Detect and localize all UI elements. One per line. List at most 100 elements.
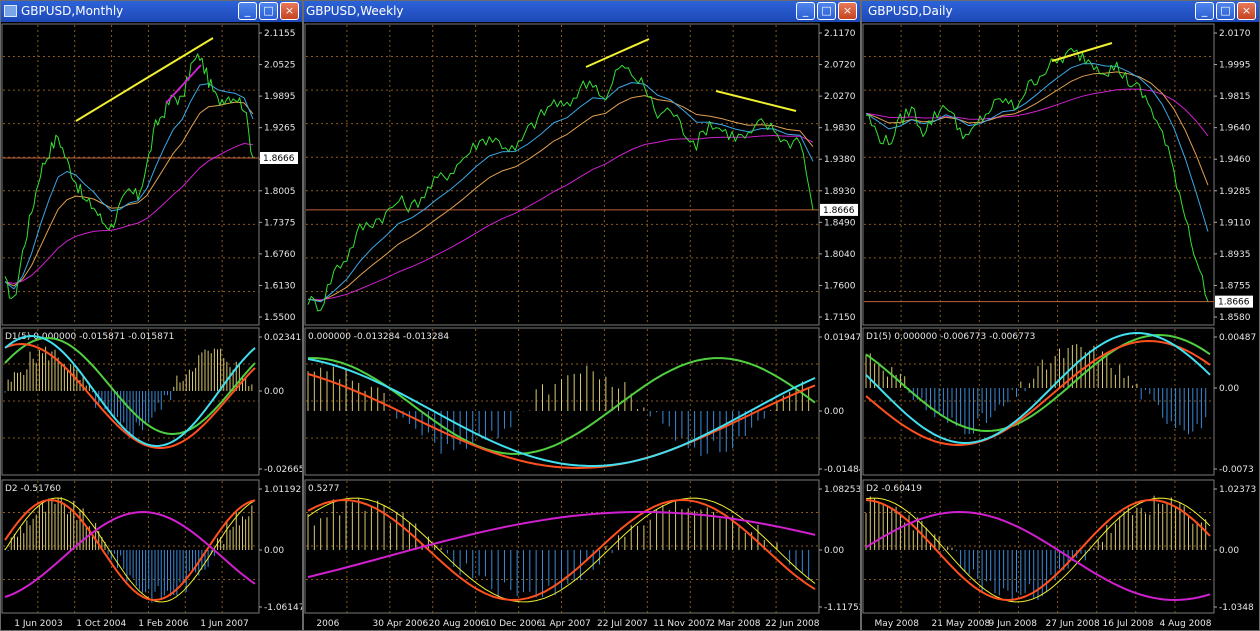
- date-axis-label: 4 Aug 2008: [1160, 619, 1212, 629]
- indicator-axis-label: 1.08253: [824, 485, 860, 495]
- indicator-axis-label: -1.11752: [824, 603, 860, 613]
- price-axis-label: 2.0525: [264, 61, 296, 71]
- indicator-axis-label: 0.00: [264, 387, 284, 397]
- window-titlebar[interactable]: GBPUSD,Daily _ □ ×: [862, 1, 1259, 22]
- maximize-button[interactable]: □: [259, 2, 278, 20]
- indicator-axis-label: 0.02341: [264, 333, 301, 343]
- date-axis-label: 20 Aug 2006: [429, 619, 487, 629]
- indicator-axis-label: -0.0073: [1219, 465, 1254, 475]
- indicator-axis-label: -1.0348: [1219, 603, 1254, 613]
- indicator-axis-label: 0.00: [264, 546, 284, 556]
- close-button[interactable]: ×: [280, 2, 299, 20]
- date-axis-label: 16 Jul 2008: [1103, 619, 1154, 629]
- window-titlebar[interactable]: GBPUSD,Weekly _ □ ×: [304, 1, 860, 22]
- date-axis-label: 22 Jul 2007: [597, 619, 648, 629]
- indicator-axis-label: 0.00: [1219, 546, 1239, 556]
- price-axis-label: 1.9110: [1219, 218, 1251, 228]
- indicator-axis-label: 0.01947: [824, 333, 860, 343]
- indicator-axis-label: 0.00487: [1219, 333, 1256, 343]
- date-axis-label: 1 Jun 2007: [200, 619, 248, 629]
- chart-window-icon: [4, 5, 17, 17]
- price-axis-label: 1.9815: [1219, 92, 1251, 102]
- date-axis-label: 1 Feb 2006: [138, 619, 189, 629]
- chart-background: [1, 23, 302, 630]
- window-title: GBPUSD,Weekly: [306, 4, 404, 18]
- close-button[interactable]: ×: [838, 2, 857, 20]
- chart-background: [304, 23, 860, 630]
- current-price-label: 1.8666: [823, 206, 855, 216]
- chart-window-weekly[interactable]: GBPUSD,Weekly _ □ × 2.1170 2.0720 2.0270 1.…: [303, 0, 861, 631]
- price-axis-label: 1.9640: [1219, 124, 1251, 134]
- price-axis-label: 1.9265: [264, 124, 296, 134]
- price-axis-label: 1.8755: [1219, 281, 1251, 291]
- chart-area[interactable]: 2.1170 2.0720 2.0270 1.9830 1.9380 1.8930 1.84…: [304, 23, 860, 630]
- window-title: GBPUSD,Daily: [868, 4, 953, 18]
- date-axis-label: 9 Jun 2008: [989, 619, 1038, 629]
- date-axis-label: May 2008: [875, 619, 920, 629]
- price-axis-label: 1.6130: [264, 281, 296, 291]
- price-axis-label: 1.8040: [824, 250, 856, 260]
- price-axis-label: 1.7600: [824, 281, 856, 291]
- current-price-label: 1.8666: [1218, 298, 1250, 308]
- date-axis-label: 1 Apr 2007: [541, 619, 591, 629]
- date-axis-label: 10 Dec 2006: [485, 619, 543, 629]
- price-axis-label: 1.9285: [1219, 187, 1251, 197]
- chart-window-monthly[interactable]: GBPUSD,Monthly _ □ × 2.1155 2.0525 1.9895 1…: [0, 0, 303, 631]
- indicator-axis-label: -0.02665: [264, 465, 302, 475]
- indicator-axis-label: 0.00: [824, 407, 844, 417]
- price-axis-label: 1.9830: [824, 124, 856, 134]
- indicator-axis-label: -0.01484: [824, 465, 860, 475]
- price-axis-label: 2.1155: [264, 29, 296, 39]
- window-titlebar[interactable]: GBPUSD,Monthly _ □ ×: [1, 1, 302, 22]
- price-axis-label: 1.8930: [824, 187, 856, 197]
- price-axis-label: 2.0720: [824, 61, 856, 71]
- price-axis-label: 1.8490: [824, 218, 856, 228]
- date-axis-label: 27 Jun 2008: [1046, 619, 1100, 629]
- price-axis-label: 1.8580: [1219, 313, 1251, 323]
- date-axis-label: 1 Oct 2004: [76, 619, 126, 629]
- maximize-button[interactable]: □: [1216, 2, 1235, 20]
- date-axis-label: 21 May 2008: [932, 619, 991, 629]
- date-axis-label: 30 Apr 2006: [373, 619, 429, 629]
- minimize-button[interactable]: _: [796, 2, 815, 20]
- price-axis-label: 1.9895: [264, 92, 296, 102]
- indicator-axis-label: 0.00: [824, 546, 844, 556]
- indicator-label-d2: D2 -0.60419: [866, 484, 922, 494]
- price-axis-label: 2.0270: [824, 92, 856, 102]
- price-axis-label: 1.7375: [264, 218, 296, 228]
- minimize-button[interactable]: _: [238, 2, 257, 20]
- current-price-label: 1.8666: [263, 154, 295, 164]
- maximize-button[interactable]: □: [817, 2, 836, 20]
- window-title: GBPUSD,Monthly: [21, 4, 124, 18]
- price-axis-label: 1.8935: [1219, 250, 1251, 260]
- indicator-label-d2: D2 -0.51760: [5, 484, 61, 494]
- price-axis-label: 2.1170: [824, 29, 856, 39]
- indicator-axis-label: 1.02373: [1219, 485, 1256, 495]
- date-axis-label: 22 Jun 2008: [765, 619, 819, 629]
- date-axis-label: 11 Nov 2007: [653, 619, 711, 629]
- price-axis-label: 2.0170: [1219, 29, 1251, 39]
- indicator-axis-label: -1.06147: [264, 603, 302, 613]
- chart-canvas[interactable]: 2.11552.05251.98951.92651.86351.80051.73…: [1, 23, 302, 630]
- chart-area[interactable]: 2.0170 1.9995 1.9815 1.9640 1.9460 1.9285 1.91…: [862, 23, 1259, 630]
- indicator-label-d2: 0.5277: [308, 484, 340, 494]
- price-axis-label: 1.9460: [1219, 155, 1251, 165]
- date-axis-label: 1 Jun 2003: [14, 619, 62, 629]
- close-button[interactable]: ×: [1237, 2, 1256, 20]
- chart-area[interactable]: 2.11552.05251.98951.92651.86351.80051.73…: [1, 23, 302, 630]
- minimize-button[interactable]: _: [1195, 2, 1214, 20]
- price-axis-label: 1.5500: [264, 313, 296, 323]
- price-axis-label: 1.7150: [824, 313, 856, 323]
- indicator-axis-label: 0.00: [1219, 384, 1239, 394]
- indicator-label-d1: D1(5) 0.000000 -0.006773 -0.006773: [866, 332, 1035, 342]
- indicator-axis-label: 1.01192: [264, 485, 301, 495]
- price-axis-label: 1.9380: [824, 155, 856, 165]
- chart-window-daily[interactable]: GBPUSD,Daily _ □ × 2.0170 1.9995 1.9815 1.9…: [861, 0, 1260, 631]
- date-axis-label: 2 Mar 2008: [709, 619, 761, 629]
- chart-canvas[interactable]: 2.0170 1.9995 1.9815 1.9640 1.9460 1.9285 1.91…: [862, 23, 1259, 630]
- date-axis-label: 2006: [316, 619, 339, 629]
- price-axis-label: 1.8005: [264, 187, 296, 197]
- indicator-label-d1: 0.000000 -0.013284 -0.013284: [308, 332, 449, 342]
- price-axis-label: 1.6760: [264, 250, 296, 260]
- chart-canvas[interactable]: 2.1170 2.0720 2.0270 1.9830 1.9380 1.8930 1.84…: [304, 23, 860, 630]
